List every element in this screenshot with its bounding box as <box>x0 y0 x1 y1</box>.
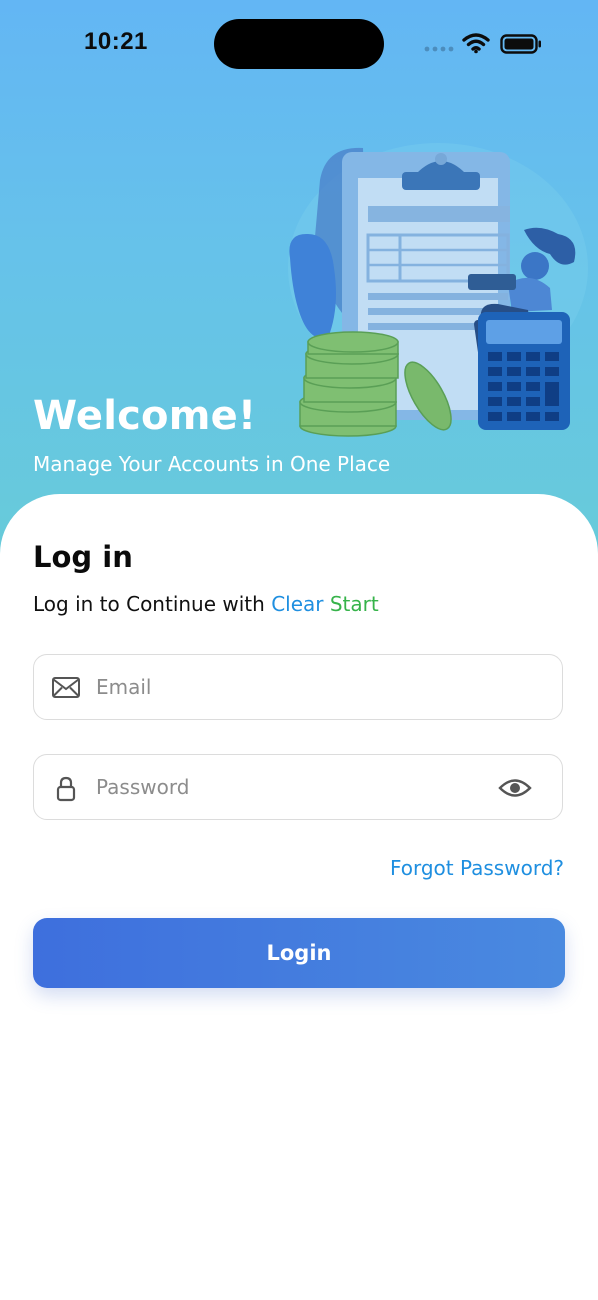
accounting-illustration <box>288 143 588 437</box>
email-field[interactable] <box>33 654 563 720</box>
mail-icon <box>52 677 80 698</box>
forgot-password-link[interactable]: Forgot Password? <box>390 856 564 880</box>
dynamic-island <box>214 19 384 69</box>
lock-icon <box>56 776 76 802</box>
login-subtitle-prefix: Log in to Continue with <box>33 592 265 616</box>
email-input[interactable] <box>96 655 496 719</box>
brand-name-start: Start <box>329 592 379 616</box>
welcome-heading: Welcome! <box>33 393 257 439</box>
login-screen: 10:21 Welcome! Manage Your Accounts in O… <box>0 0 598 1300</box>
login-subtitle: Log in to Continue with Clear Start <box>33 592 379 616</box>
eye-icon[interactable] <box>498 777 532 799</box>
battery-icon <box>500 34 541 54</box>
brand-name-clear: Clear <box>271 592 324 616</box>
welcome-subtitle: Manage Your Accounts in One Place <box>33 452 391 476</box>
password-input[interactable] <box>96 755 496 819</box>
hero-banner: 10:21 Welcome! Manage Your Accounts in O… <box>0 0 598 560</box>
password-field[interactable] <box>33 754 563 820</box>
status-time: 10:21 <box>84 28 148 55</box>
cellular-signal-icon <box>424 46 454 52</box>
login-button[interactable]: Login <box>33 918 565 988</box>
wifi-icon <box>462 33 490 54</box>
login-title: Log in <box>33 540 133 574</box>
